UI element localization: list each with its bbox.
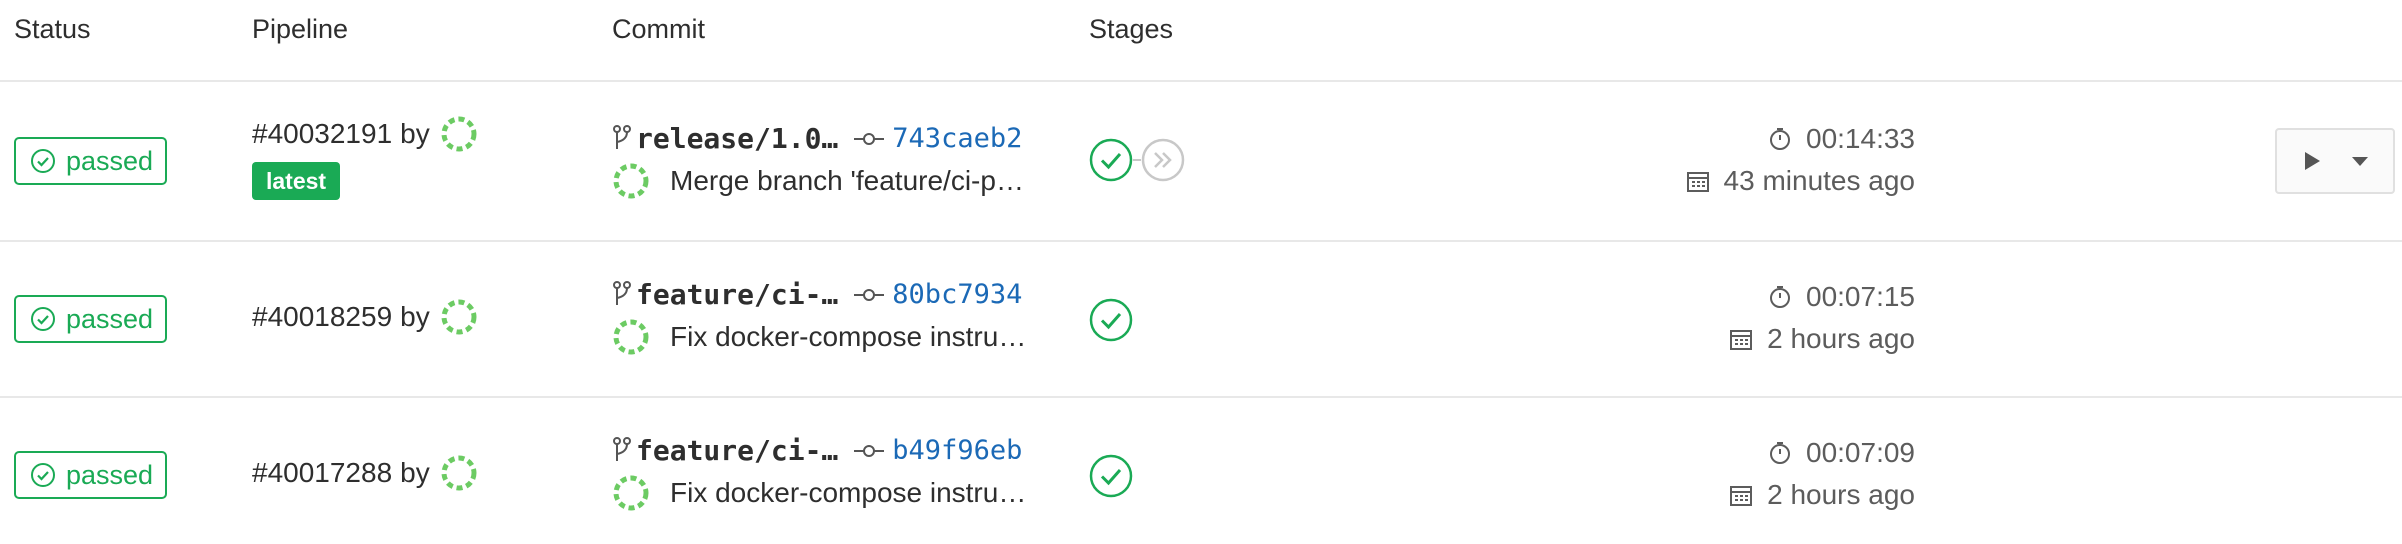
branch-icon <box>613 436 631 461</box>
play-icon <box>2304 152 2320 170</box>
check-circle-icon <box>31 463 55 487</box>
status-badge[interactable]: passed <box>14 295 167 343</box>
user-avatar[interactable] <box>440 115 478 153</box>
check-circle-icon <box>31 149 55 173</box>
branch-icon <box>613 280 631 305</box>
check-circle-icon <box>31 307 55 331</box>
pipeline-id-cell: #40032191 by <box>252 115 478 153</box>
stage-connector <box>1133 159 1141 161</box>
commit-ref: release/1.0… 743caeb2 <box>612 122 1022 155</box>
pipeline-id-link[interactable]: #40018259 <box>252 301 392 333</box>
status-badge[interactable]: passed <box>14 137 167 185</box>
branch-icon <box>613 124 631 149</box>
status-label: passed <box>66 145 154 176</box>
commit-ref: feature/ci-… 80bc7934 <box>612 278 1022 311</box>
stage-passed-icon[interactable] <box>1089 138 1133 182</box>
commit-sha-link[interactable]: 743caeb2 <box>892 123 1022 154</box>
table-row: passed #40017288 by feature/ci-… b49f96e… <box>0 398 2402 544</box>
stage-passed-icon[interactable] <box>1089 298 1133 342</box>
stage-skipped-icon[interactable] <box>1141 138 1185 182</box>
commit-message-link[interactable]: Fix docker-compose instru… <box>670 477 1026 509</box>
calendar-icon <box>1686 172 1709 192</box>
finished-time: 43 minutes ago <box>1723 165 1915 196</box>
timer-icon <box>1770 286 1790 308</box>
user-avatar[interactable] <box>440 454 478 492</box>
table-row: passed #40032191 by latest release/1.0… … <box>0 82 2402 242</box>
duration: 00:07:09 <box>1806 437 1915 468</box>
by-label: by <box>400 301 430 332</box>
timing-cell: 00:07:09 2 hours ago <box>1729 432 1915 516</box>
duration-line: 00:14:33 <box>1686 118 1915 160</box>
latest-badge: latest <box>252 162 341 200</box>
pipeline-id-cell: #40018259 by <box>252 298 478 336</box>
user-avatar[interactable] <box>440 298 478 336</box>
branch-link[interactable]: feature/ci-… <box>636 434 838 467</box>
stage-passed-icon[interactable] <box>1089 454 1133 498</box>
timer-icon <box>1770 442 1790 464</box>
commit-message-line: Merge branch 'feature/ci-p… <box>612 162 1024 200</box>
pipelines-table: Status Pipeline Commit Stages passed #40… <box>0 0 2402 544</box>
stages-graph <box>1089 454 1133 498</box>
header-status: Status <box>14 14 91 44</box>
actions-dropdown[interactable] <box>2275 128 2395 194</box>
status-label: passed <box>66 303 154 334</box>
commit-icon <box>854 444 885 457</box>
status-badge[interactable]: passed <box>14 451 167 499</box>
stages-graph <box>1089 138 1185 182</box>
finished-time: 2 hours ago <box>1767 479 1915 510</box>
commit-icon <box>854 288 885 301</box>
duration-line: 00:07:15 <box>1729 276 1915 318</box>
commit-icon <box>854 132 885 145</box>
finished-line: 2 hours ago <box>1729 318 1915 360</box>
table-header: Status Pipeline Commit Stages <box>0 0 2402 82</box>
timing-cell: 00:14:33 43 minutes ago <box>1686 118 1915 202</box>
branch-link[interactable]: feature/ci-… <box>636 278 838 311</box>
branch-link[interactable]: release/1.0… <box>636 122 838 155</box>
commit-message-link[interactable]: Fix docker-compose instru… <box>670 321 1026 353</box>
commit-sha-link[interactable]: b49f96eb <box>892 435 1022 466</box>
timing-cell: 00:07:15 2 hours ago <box>1729 276 1915 360</box>
timer-icon <box>1770 128 1790 150</box>
pipeline-id-cell: #40017288 by <box>252 454 478 492</box>
commit-message-link[interactable]: Merge branch 'feature/ci-p… <box>670 165 1024 197</box>
duration-line: 00:07:09 <box>1729 432 1915 474</box>
pipeline-id-link[interactable]: #40032191 <box>252 118 392 150</box>
header-commit: Commit <box>612 14 705 44</box>
commit-ref: feature/ci-… b49f96eb <box>612 434 1022 467</box>
calendar-icon <box>1730 486 1753 506</box>
header-stages: Stages <box>1089 14 1174 44</box>
commit-author-avatar[interactable] <box>612 474 650 512</box>
finished-line: 43 minutes ago <box>1686 160 1915 202</box>
stages-graph <box>1089 298 1133 342</box>
commit-author-avatar[interactable] <box>612 162 650 200</box>
finished-line: 2 hours ago <box>1729 474 1915 516</box>
duration: 00:07:15 <box>1806 281 1915 312</box>
status-label: passed <box>66 459 154 490</box>
by-label: by <box>400 457 430 488</box>
commit-sha-link[interactable]: 80bc7934 <box>892 279 1022 310</box>
header-pipeline: Pipeline <box>252 14 349 44</box>
commit-author-avatar[interactable] <box>612 318 650 356</box>
caret-down-icon <box>2351 157 2368 166</box>
duration: 00:14:33 <box>1806 123 1915 154</box>
commit-message-line: Fix docker-compose instru… <box>612 474 1026 512</box>
pipeline-id-link[interactable]: #40017288 <box>252 457 392 489</box>
by-label: by <box>400 118 430 149</box>
table-row: passed #40018259 by feature/ci-… 80bc793… <box>0 242 2402 398</box>
commit-message-line: Fix docker-compose instru… <box>612 318 1026 356</box>
calendar-icon <box>1730 330 1753 350</box>
finished-time: 2 hours ago <box>1767 323 1915 354</box>
